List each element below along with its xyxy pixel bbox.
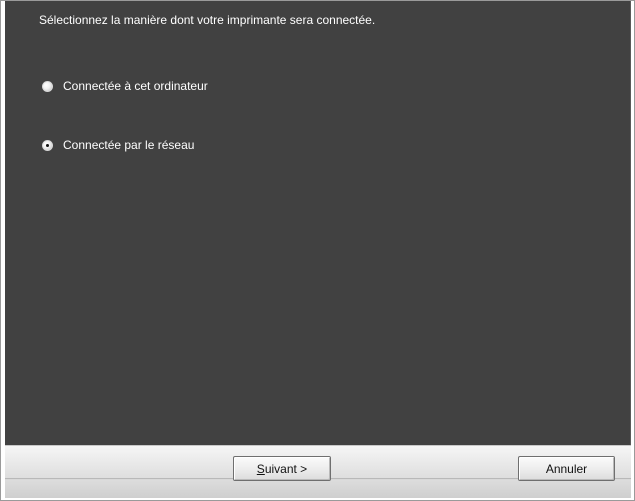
button-bar: Suivant > Annuler: [5, 445, 631, 498]
option-local-computer-label[interactable]: Connectée à cet ordinateur: [63, 79, 208, 93]
next-button[interactable]: Suivant >: [233, 456, 331, 481]
radio-local-computer[interactable]: [42, 80, 53, 92]
option-network-label[interactable]: Connectée par le réseau: [63, 138, 194, 152]
option-local-computer[interactable]: Connectée à cet ordinateur: [42, 79, 208, 93]
content-panel: Sélectionnez la manière dont votre impri…: [5, 1, 631, 445]
cancel-button[interactable]: Annuler: [518, 456, 615, 481]
printer-connection-dialog: Sélectionnez la manière dont votre impri…: [0, 0, 635, 501]
option-network[interactable]: Connectée par le réseau: [42, 138, 194, 152]
instruction-text: Sélectionnez la manière dont votre impri…: [39, 13, 376, 27]
radio-network[interactable]: [42, 139, 53, 151]
